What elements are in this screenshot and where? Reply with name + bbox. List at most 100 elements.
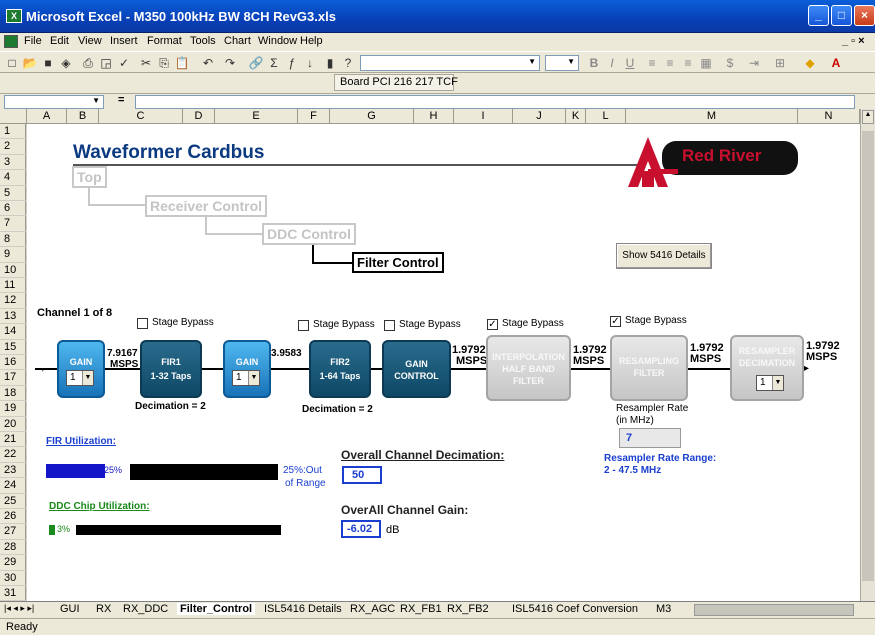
open-icon[interactable]: 📂	[22, 55, 38, 71]
align-left-icon[interactable]: ≡	[644, 55, 660, 71]
cut-icon[interactable]: ✂	[138, 55, 154, 71]
gain-control-block[interactable]: GAIN CONTROL	[382, 340, 451, 398]
formula-equals[interactable]: =	[118, 94, 124, 106]
fill-color-icon[interactable]: ◆	[802, 55, 818, 71]
align-right-icon[interactable]: ≡	[680, 55, 696, 71]
scroll-up-icon[interactable]: ▲	[862, 110, 874, 124]
menu-edit[interactable]: Edit	[50, 35, 69, 47]
row-header[interactable]: 10	[0, 263, 26, 278]
font-color-icon[interactable]: A	[828, 55, 844, 71]
column-header[interactable]: L	[586, 109, 626, 124]
row-header[interactable]: 17	[0, 370, 26, 386]
bold-icon[interactable]: B	[586, 55, 602, 71]
column-header[interactable]: C	[99, 109, 183, 124]
stage-bypass-checkbox-fir1[interactable]	[137, 318, 148, 329]
row-header[interactable]: 31	[0, 586, 26, 602]
stage-bypass-checkbox-resampler[interactable]: ✓	[610, 316, 621, 327]
menu-insert[interactable]: Insert	[110, 35, 138, 47]
underline-icon[interactable]: U	[622, 55, 638, 71]
workbook-window-controls[interactable]: _ ▫ ×	[842, 35, 865, 47]
row-header[interactable]: 20	[0, 417, 26, 432]
column-header[interactable]: F	[298, 109, 330, 124]
print-icon[interactable]: ⎙	[80, 55, 96, 71]
horizontal-scrollbar[interactable]	[694, 604, 854, 616]
row-header[interactable]: 19	[0, 401, 26, 417]
align-center-icon[interactable]: ≡	[662, 55, 678, 71]
column-header[interactable]: H	[414, 109, 454, 124]
column-header[interactable]: K	[566, 109, 586, 124]
tab-gui[interactable]: GUI	[60, 603, 80, 615]
board-toolbar-items[interactable]: Board PCI 216 217 TCF	[340, 76, 458, 88]
close-button[interactable]: ×	[854, 5, 875, 26]
menu-tools[interactable]: Tools	[190, 35, 216, 47]
tab-rx-fb2[interactable]: RX_FB2	[447, 603, 489, 615]
row-header[interactable]: 28	[0, 540, 26, 556]
tab-rx-fb1[interactable]: RX_FB1	[400, 603, 442, 615]
column-header[interactable]: I	[454, 109, 513, 124]
menu-help[interactable]: Help	[300, 35, 323, 47]
overall-decimation-value[interactable]: 50	[342, 466, 382, 484]
worksheet[interactable]: Waveformer Cardbus Red River Top Receive…	[27, 124, 860, 601]
name-box[interactable]: ▼	[4, 95, 104, 109]
row-header[interactable]: 1	[0, 124, 26, 140]
column-header[interactable]: G	[330, 109, 414, 124]
row-header[interactable]: 16	[0, 355, 26, 371]
formula-input[interactable]	[135, 95, 855, 109]
column-header[interactable]: N	[798, 109, 860, 124]
row-header[interactable]: 6	[0, 201, 26, 217]
chart-wizard-icon[interactable]: ▮	[322, 55, 338, 71]
row-header[interactable]: 13	[0, 309, 26, 325]
row-header[interactable]: 22	[0, 447, 26, 463]
font-size-select[interactable]: ▼	[545, 55, 579, 71]
save-icon[interactable]: ■	[40, 55, 56, 71]
row-header[interactable]: 24	[0, 478, 26, 494]
row-header[interactable]: 5	[0, 186, 26, 201]
menu-file[interactable]: File	[24, 35, 42, 47]
italic-icon[interactable]: I	[604, 55, 620, 71]
row-header[interactable]: 21	[0, 432, 26, 448]
stage-bypass-checkbox-fir2[interactable]	[298, 320, 309, 331]
gain2-block[interactable]: GAIN 1 ▼	[223, 340, 271, 398]
tab-scroll-buttons[interactable]: |◂ ◂ ▸ ▸|	[4, 603, 34, 614]
tab-filter-control[interactable]: Filter_Control	[177, 603, 256, 615]
gain2-select[interactable]: 1 ▼	[232, 370, 260, 386]
menu-view[interactable]: View	[78, 35, 102, 47]
gain1-select[interactable]: 1 ▼	[66, 370, 94, 386]
currency-icon[interactable]: $	[722, 55, 738, 71]
resampler-rate-input[interactable]: 7	[619, 428, 681, 448]
function-icon[interactable]: ƒ	[284, 55, 300, 71]
nav-receiver-control-button[interactable]: Receiver Control	[145, 195, 268, 217]
row-header[interactable]: 26	[0, 509, 26, 525]
row-header[interactable]: 4	[0, 170, 26, 186]
spelling-icon[interactable]: ✓	[116, 55, 132, 71]
help-icon[interactable]: ?	[340, 55, 356, 71]
paste-icon[interactable]: 📋	[174, 55, 190, 71]
row-header[interactable]: 9	[0, 247, 26, 263]
merge-icon[interactable]: ▦	[698, 55, 714, 71]
nav-top-button[interactable]: Top	[72, 166, 107, 188]
select-all-corner[interactable]	[0, 109, 27, 124]
stage-bypass-checkbox-gain-control[interactable]	[384, 320, 395, 331]
row-header[interactable]: 7	[0, 216, 26, 232]
column-header[interactable]: E	[215, 109, 298, 124]
tab-rx-agc[interactable]: RX_AGC	[350, 603, 395, 615]
minimize-button[interactable]: _	[808, 5, 829, 26]
indent-icon[interactable]: ⇥	[746, 55, 762, 71]
undo-icon[interactable]: ↶	[200, 55, 216, 71]
column-header[interactable]: B	[67, 109, 99, 124]
row-header[interactable]: 12	[0, 293, 26, 309]
copy-icon[interactable]: ⎘	[156, 55, 172, 71]
row-header[interactable]: 30	[0, 571, 26, 586]
row-header[interactable]: 8	[0, 232, 26, 248]
row-header[interactable]: 14	[0, 324, 26, 340]
row-header[interactable]: 2	[0, 139, 26, 155]
tab-isl5416-coef-conversion[interactable]: ISL5416 Coef Conversion	[512, 603, 638, 615]
maximize-button[interactable]: □	[831, 5, 852, 26]
row-header[interactable]: 27	[0, 524, 26, 540]
gain1-block[interactable]: GAIN 1 ▼	[57, 340, 105, 398]
show-5416-details-button[interactable]: Show 5416 Details	[616, 243, 712, 269]
column-header[interactable]: M	[626, 109, 798, 124]
resampler-decimation-select[interactable]: 1 ▼	[756, 375, 784, 391]
row-header[interactable]: 11	[0, 278, 26, 294]
fir2-block[interactable]: FIR2 1-64 Taps	[309, 340, 371, 398]
